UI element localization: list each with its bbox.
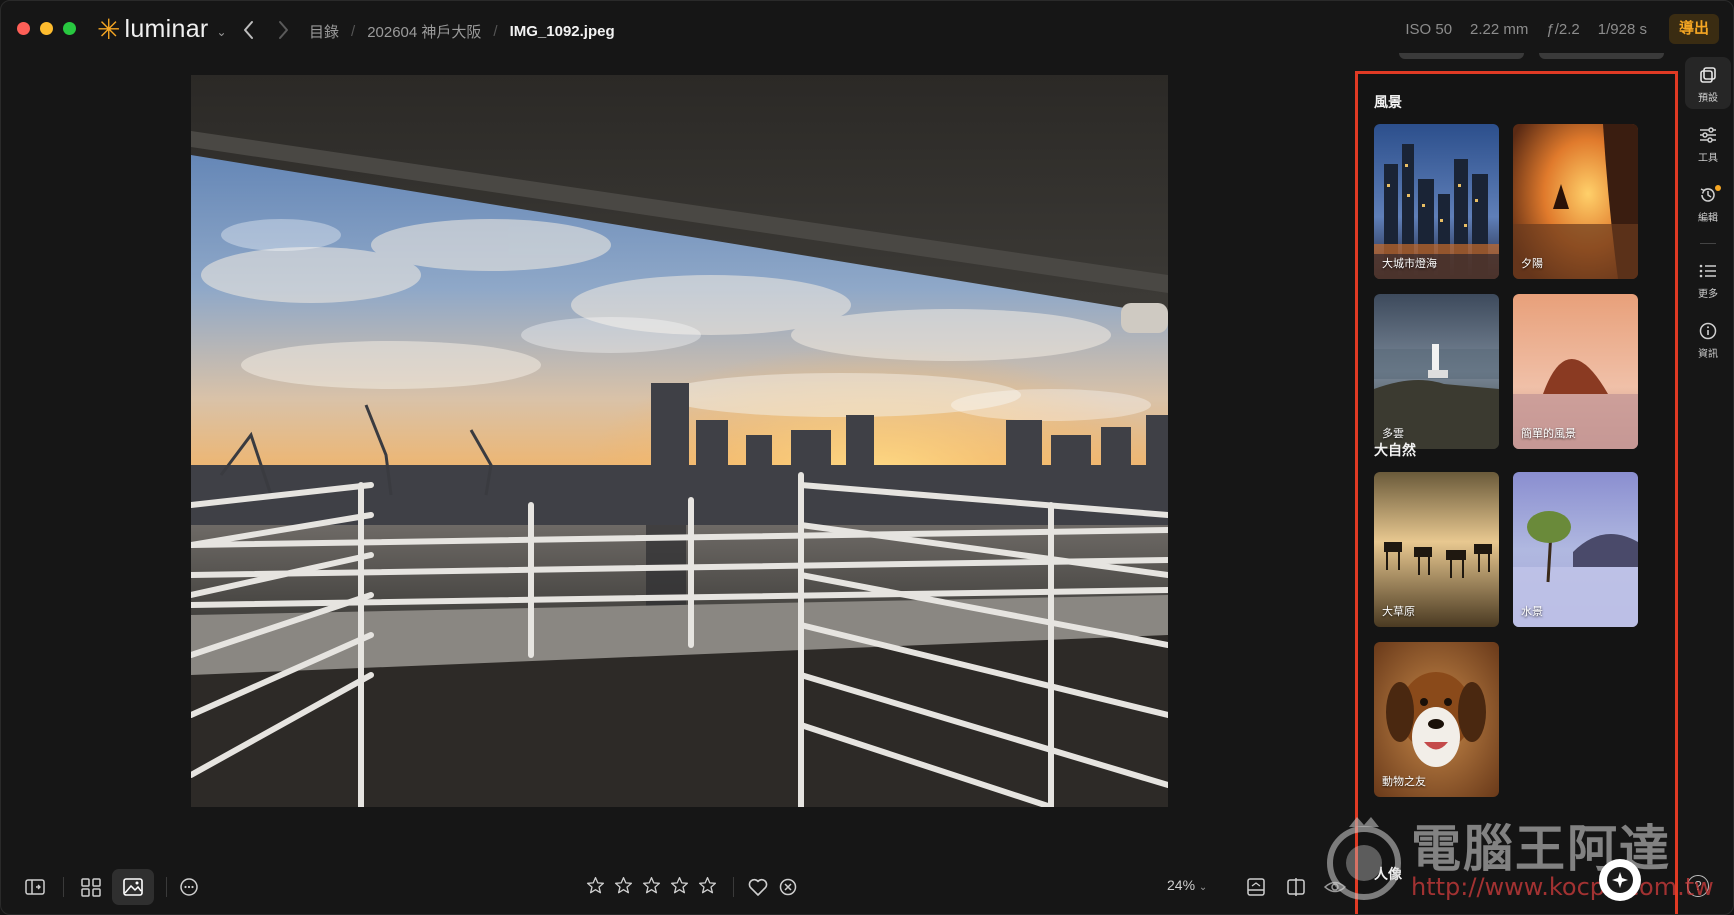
info-icon — [1699, 322, 1717, 340]
toolbar-separator — [166, 877, 167, 897]
title-bar: ✳ luminar ⌄ 目錄 / 202604 神戶大阪 / IMG_1092.… — [1, 1, 1733, 59]
chevron-left-icon — [244, 21, 253, 39]
window-controls — [17, 22, 76, 35]
heart-icon[interactable] — [746, 875, 770, 899]
floating-action-button[interactable] — [1599, 859, 1641, 901]
app-menu[interactable]: ✳ luminar ⌄ — [97, 15, 227, 44]
help-icon[interactable]: ? — [1687, 875, 1709, 897]
rail-divider — [1700, 243, 1716, 244]
toggle-sidebar-icon[interactable] — [23, 875, 47, 899]
exif-focal-length: 2.22 mm — [1470, 21, 1529, 38]
list-icon — [1699, 264, 1716, 278]
preset-card-sunset[interactable]: 夕陽 — [1513, 124, 1638, 279]
rail-label: 編輯 — [1698, 213, 1718, 224]
star-icon[interactable] — [613, 875, 634, 896]
sparkle-logo-icon: ✳ — [97, 13, 121, 45]
preset-card-savanna[interactable]: 大草原 — [1374, 472, 1499, 627]
preset-card-animal-friends[interactable]: 動物之友 — [1374, 642, 1499, 797]
preset-card-city-lights[interactable]: 大城市燈海 — [1374, 124, 1499, 279]
forward-button[interactable] — [271, 17, 295, 43]
preset-label: 簡單的風景 — [1521, 428, 1576, 440]
preset-label: 水景 — [1521, 606, 1543, 618]
grid-view-icon[interactable] — [79, 875, 103, 899]
rail-label: 資訊 — [1698, 349, 1718, 360]
preset-thumb-partial[interactable] — [1539, 53, 1664, 59]
zoom-level-dropdown[interactable]: 24% ⌄ — [1167, 877, 1207, 893]
sparkle-icon — [1607, 867, 1633, 893]
star-icon[interactable] — [669, 875, 690, 896]
photo-canvas — [191, 75, 1168, 807]
star-rating — [585, 875, 718, 896]
rail-presets-button[interactable]: 預設 — [1685, 57, 1731, 109]
preset-label: 多雲 — [1382, 428, 1404, 440]
exif-shutter: 1/928 s — [1597, 21, 1647, 38]
exif-iso: ISO 50 — [1405, 21, 1453, 38]
rail-info-button[interactable]: 資訊 — [1685, 313, 1731, 365]
minimize-window-button[interactable] — [40, 22, 53, 35]
breadcrumb-separator: / — [493, 23, 498, 40]
section-title-nature: 大自然 — [1374, 442, 1416, 458]
edits-badge — [1715, 185, 1721, 191]
right-tool-rail: 預設 工具 編輯 更多 資訊 — [1681, 57, 1733, 857]
chevron-down-icon: ⌄ — [216, 24, 227, 39]
breadcrumb-separator: / — [351, 23, 356, 40]
exif-info: ISO 50 2.22 mm ƒ/2.2 1/928 s — [1405, 21, 1647, 38]
presets-icon — [1700, 67, 1716, 83]
previous-presets-strip — [1399, 53, 1669, 61]
breadcrumb: 目錄 / 202604 神戶大阪 / IMG_1092.jpeg — [309, 21, 615, 42]
back-button[interactable] — [237, 17, 261, 43]
export-button[interactable]: 導出 — [1669, 14, 1719, 44]
star-icon[interactable] — [697, 875, 718, 896]
rail-tools-button[interactable]: 工具 — [1685, 117, 1731, 169]
crop-view-icon[interactable] — [1244, 875, 1268, 899]
preset-label: 夕陽 — [1521, 258, 1543, 270]
breadcrumb-current-file: IMG_1092.jpeg — [509, 23, 615, 40]
compare-icon[interactable] — [1284, 875, 1308, 899]
preset-label: 大草原 — [1382, 606, 1415, 618]
preview-eye-icon[interactable] — [1323, 875, 1347, 899]
main-photo[interactable] — [191, 75, 1168, 807]
toolbar-separator — [63, 877, 64, 897]
rail-label: 更多 — [1698, 289, 1718, 300]
rail-label: 預設 — [1698, 93, 1718, 104]
chevron-down-icon: ⌄ — [1198, 882, 1208, 893]
zoom-window-button[interactable] — [63, 22, 76, 35]
preset-card-cloudy[interactable]: 多雲 — [1374, 294, 1499, 449]
single-image-view-icon[interactable] — [121, 875, 145, 899]
sliders-icon — [1700, 127, 1716, 143]
chevron-right-icon — [279, 21, 288, 39]
close-window-button[interactable] — [17, 22, 30, 35]
app-name: luminar — [124, 15, 209, 43]
rail-label: 工具 — [1698, 153, 1718, 164]
breadcrumb-catalog[interactable]: 目錄 — [309, 21, 339, 42]
preset-thumb-partial[interactable] — [1399, 53, 1524, 59]
presets-panel: 風景 大城市燈海 夕陽 多雲 簡單的風景 大自然 大草原 水景 動物之友 人像 — [1355, 71, 1678, 914]
preset-card-simple-landscape[interactable]: 簡單的風景 — [1513, 294, 1638, 449]
more-options-icon[interactable] — [177, 875, 201, 899]
zoom-value: 24% — [1167, 877, 1196, 893]
app-window: ✳ luminar ⌄ 目錄 / 202604 神戶大阪 / IMG_1092.… — [0, 0, 1734, 915]
rail-more-button[interactable]: 更多 — [1685, 253, 1731, 305]
bottom-toolbar: 24% ⌄ ? — [1, 861, 1733, 914]
section-title-landscape: 風景 — [1374, 94, 1402, 110]
star-icon[interactable] — [641, 875, 662, 896]
reject-icon[interactable] — [776, 875, 800, 899]
breadcrumb-album[interactable]: 202604 神戶大阪 — [367, 21, 481, 42]
rail-edits-button[interactable]: 編輯 — [1685, 177, 1731, 229]
star-icon[interactable] — [585, 875, 606, 896]
preset-label: 大城市燈海 — [1382, 258, 1437, 270]
exif-aperture: ƒ/2.2 — [1546, 21, 1580, 38]
preset-label: 動物之友 — [1382, 776, 1426, 788]
toolbar-separator — [733, 877, 734, 897]
preset-card-waterscape[interactable]: 水景 — [1513, 472, 1638, 627]
